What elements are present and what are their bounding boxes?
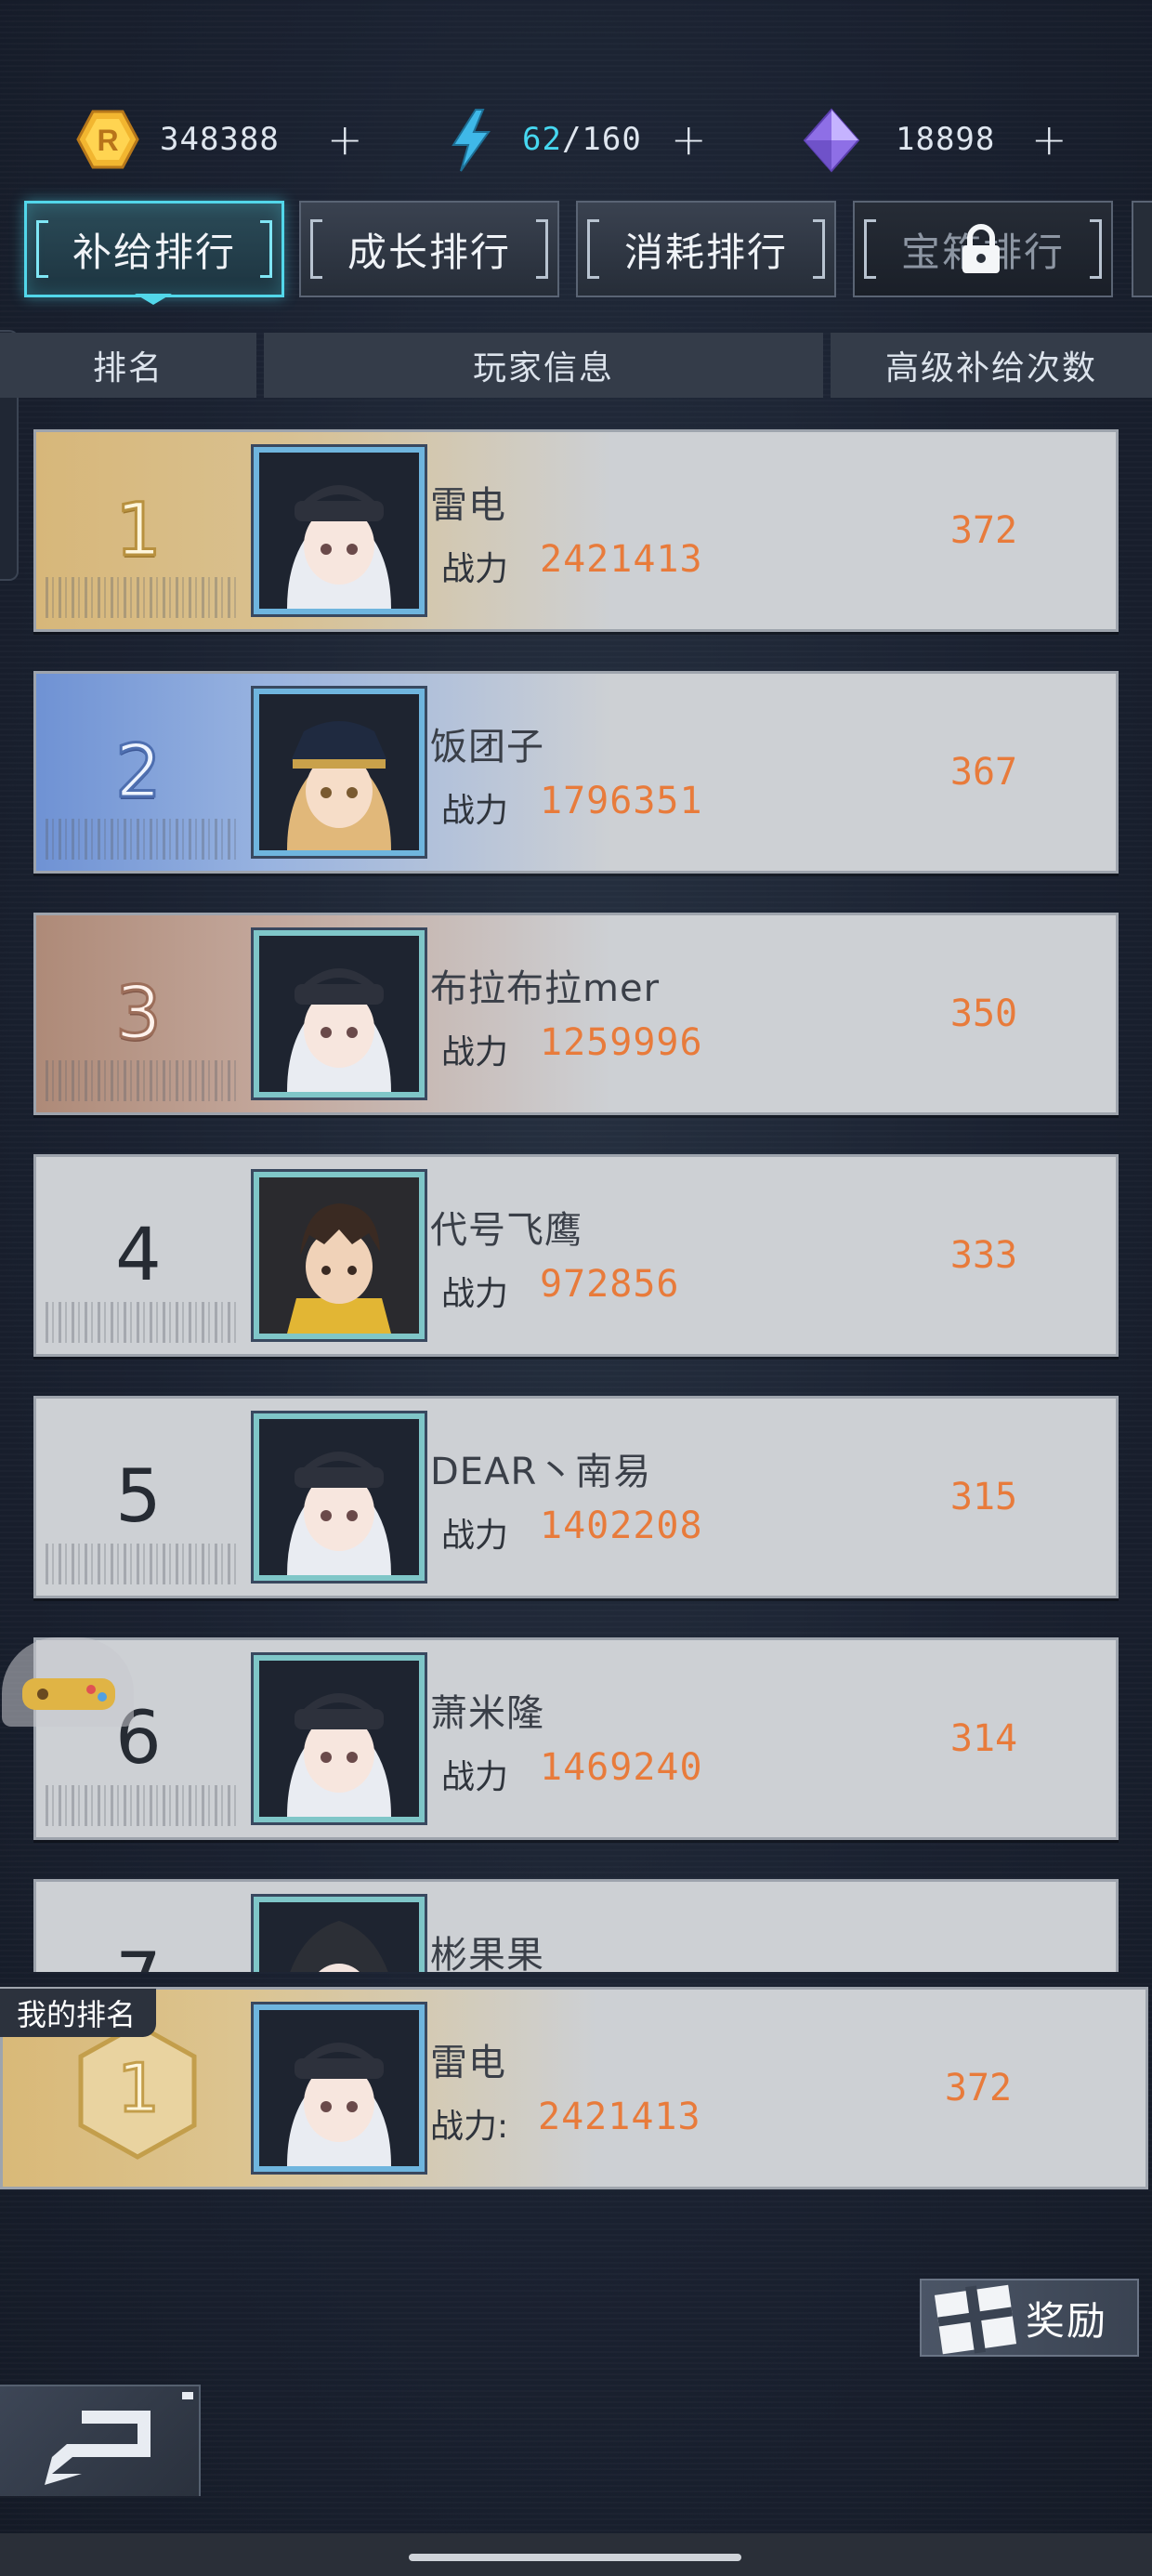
supply-count: 372: [949, 509, 1018, 552]
player-name: DEAR丶南易: [430, 1451, 652, 1493]
power-label: 战力: [441, 1517, 509, 1555]
player-name: 彬果果: [430, 1934, 544, 1972]
add-energy-button[interactable]: +: [671, 102, 707, 177]
power-label: 战力: [441, 550, 509, 588]
coin-amount: 348388: [160, 121, 280, 158]
active-tab-indicator: [135, 294, 172, 305]
player-name: 饭团子: [430, 726, 544, 769]
power-value: 972856: [540, 1263, 680, 1306]
supply-count: 350: [949, 992, 1018, 1035]
my-power-value: 2421413: [538, 2096, 701, 2138]
lightning-icon: [452, 109, 491, 172]
header-supply-count: 高级补给次数: [831, 333, 1152, 398]
my-supply-count: 372: [944, 2067, 1013, 2109]
rank-number: 5: [115, 1455, 162, 1539]
power-value: 1469240: [540, 1746, 703, 1789]
my-power-label: 战力:: [430, 2108, 509, 2146]
table-row[interactable]: 3 布拉布拉mer 战力 1259996 350: [33, 913, 1119, 1115]
avatar[interactable]: [254, 930, 425, 1097]
supply-count: 367: [949, 751, 1018, 794]
back-button[interactable]: [0, 2385, 201, 2496]
power-value: 2421413: [540, 538, 703, 581]
svg-text:R: R: [97, 124, 118, 157]
power-label: 战力: [441, 792, 509, 830]
tab-supply-ranking[interactable]: 补给排行: [24, 201, 284, 297]
ranking-tabs: 补给排行 成长排行 消耗排行 宝箱排行: [0, 197, 1152, 305]
supply-count: 333: [949, 1234, 1018, 1277]
ranking-list[interactable]: 1 雷电 战力 2421413 372 2 饭团子 战力 1796351 367…: [0, 400, 1152, 1972]
rank-number: 4: [115, 1214, 162, 1297]
gamepad-icon: [22, 1678, 115, 1710]
back-arrow-icon: [45, 2392, 193, 2485]
tab-growth-ranking[interactable]: 成长排行: [299, 201, 559, 297]
avatar[interactable]: [254, 1897, 425, 1972]
resource-bar: R 348388 + 62/160 + 18898 +: [0, 102, 1152, 177]
table-row[interactable]: 1 雷电 战力 2421413 372: [33, 429, 1119, 632]
my-rank-row[interactable]: 1 雷电 战力: 2421413 372: [0, 1987, 1148, 2189]
supply-count: 315: [949, 1476, 1018, 1518]
rank-number: 1: [114, 488, 164, 574]
supply-count: [910, 1882, 1058, 1972]
my-player-name: 雷电: [430, 2042, 506, 2084]
add-coin-button[interactable]: +: [327, 102, 363, 177]
crystal-icon: [803, 108, 860, 173]
reward-button[interactable]: 奖励: [920, 2279, 1139, 2357]
coin-icon: R: [76, 110, 139, 169]
table-row[interactable]: 7 彬果果: [33, 1879, 1119, 1972]
player-name: 代号飞鹰: [430, 1209, 583, 1252]
power-value: 1402208: [540, 1505, 703, 1547]
power-value: 1796351: [540, 780, 703, 822]
avatar[interactable]: [254, 689, 425, 856]
player-name: 布拉布拉mer: [430, 967, 661, 1010]
add-gem-button[interactable]: +: [1031, 102, 1067, 177]
player-name: 萧米隆: [430, 1692, 544, 1735]
rank-number: 2: [114, 729, 164, 816]
rank-number: 3: [114, 971, 164, 1058]
avatar[interactable]: [254, 1172, 425, 1339]
avatar[interactable]: [254, 2004, 425, 2172]
header-rank: 排名: [0, 333, 256, 398]
my-rank-tag: 我的排名: [0, 1989, 157, 2037]
reward-label: 奖励: [1026, 2297, 1108, 2344]
lock-icon: [962, 224, 1000, 273]
tab-overflow-edge: [1132, 201, 1152, 297]
rank-number: 7: [36, 1882, 241, 1972]
avatar[interactable]: [254, 1655, 425, 1822]
table-row[interactable]: 5 DEAR丶南易 战力 1402208 315: [33, 1396, 1119, 1598]
power-value: 1259996: [540, 1021, 703, 1064]
table-header: 排名 玩家信息 高级补给次数: [0, 333, 1152, 398]
gem-amount: 18898: [896, 121, 996, 158]
header-player-info: 玩家信息: [264, 333, 823, 398]
energy-amount: 62/160: [522, 121, 642, 158]
player-name: 雷电: [430, 484, 506, 527]
table-row[interactable]: 2 饭团子 战力 1796351 367: [33, 671, 1119, 874]
table-row[interactable]: 4 代号飞鹰 战力 972856 333: [33, 1154, 1119, 1357]
avatar[interactable]: [254, 1413, 425, 1581]
gift-icon: [934, 2284, 1017, 2355]
power-label: 战力: [441, 1758, 509, 1796]
supply-count: 314: [949, 1717, 1018, 1760]
avatar[interactable]: [254, 447, 425, 614]
floating-gamepad-button[interactable]: [2, 1637, 134, 1727]
tab-consumption-ranking[interactable]: 消耗排行: [576, 201, 836, 297]
power-label: 战力: [441, 1275, 509, 1313]
table-row[interactable]: 6 萧米隆 战力 1469240 314: [33, 1637, 1119, 1840]
power-label: 战力: [441, 1033, 509, 1071]
home-indicator[interactable]: [409, 2554, 741, 2561]
